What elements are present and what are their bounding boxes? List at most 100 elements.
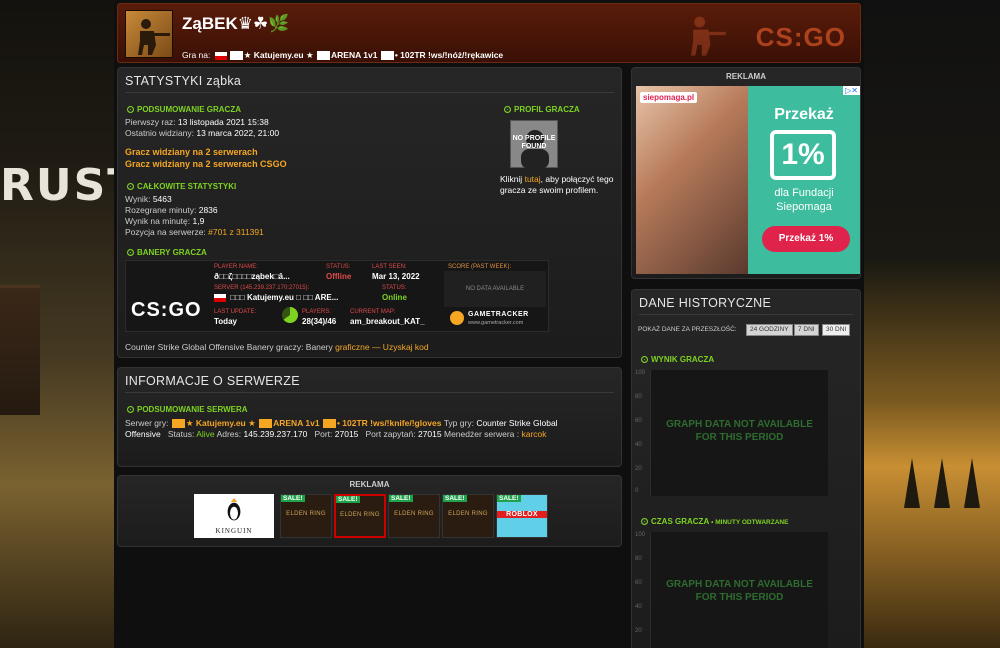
sale-badge: SALE! [497, 495, 521, 502]
sale-badge: SALE! [336, 496, 360, 503]
stats-title: STATYSTYKI ząbka [125, 68, 614, 93]
graph-tick: 100 [635, 370, 646, 376]
no-profile-image: NO PROFILE FOUND [510, 120, 558, 169]
main-page: ZąBEK♛☘🌿 Gra na: ★ Katujemy.eu ★ ARENA 1… [114, 0, 864, 648]
server-name-part[interactable]: ★ Katujemy.eu ★ [244, 50, 314, 60]
score-per-minute-line: Wynik na minutę: 1,9 [125, 216, 205, 226]
background-tree [904, 458, 920, 508]
server-address: 145.239.237.170 [243, 429, 308, 439]
profile-link[interactable]: tutaj [525, 174, 541, 184]
ad-cta-button[interactable]: Przekaż 1% [762, 226, 850, 252]
background-right [864, 0, 1000, 648]
minutes-line: Rozegrane minuty: 2836 [125, 205, 218, 215]
banner-status: Offline [326, 272, 352, 281]
banner-label: LAST SEEN: [372, 264, 407, 270]
ad-game-label: ELDEN RING [448, 511, 488, 517]
graph-tick: 40 [635, 604, 642, 610]
players-pie-icon [282, 307, 298, 323]
score-graph: 100 80 60 40 20 0 GRAPH DATA NOT AVAILAB… [635, 370, 828, 496]
graph-tick: 60 [635, 580, 642, 586]
ad-item[interactable]: SALE! ROBLOX [496, 494, 548, 538]
ad-game-label: ROBLOX [497, 511, 547, 518]
placeholder-glyph-icon [317, 51, 330, 61]
banner-label: SCORE (past week): [448, 264, 512, 270]
server-name-part[interactable]: • 102TR !ws/!nóż/!rękawice [395, 50, 503, 60]
kinguin-label: KINGUIN [215, 527, 253, 535]
ad-item[interactable]: SALE! ELDEN RING [280, 494, 332, 538]
banner-label: STATUS: [382, 285, 407, 291]
time-graph: 100 80 60 40 20 GRAPH DATA NOT AVAILABLE… [635, 532, 828, 648]
graph-tick: 80 [635, 394, 642, 400]
game-avatar [125, 10, 173, 58]
poland-flag-icon [214, 51, 227, 60]
first-seen-line: Pierwszy raz: 13 listopada 2021 15:38 [125, 117, 269, 127]
bullet-icon [641, 356, 648, 363]
graph-tick: 20 [635, 628, 642, 634]
server-manager-link[interactable]: karcok [521, 429, 546, 439]
placeholder-glyph-icon [171, 419, 185, 429]
period-24h-button[interactable]: 24 GODZINY [746, 324, 793, 336]
soldier-silhouette-icon [691, 16, 726, 56]
sale-badge: SALE! [281, 495, 305, 502]
rank-link[interactable]: #701 z 311391 [208, 227, 264, 237]
player-header: ZąBEK♛☘🌿 Gra na: ★ Katujemy.eu ★ ARENA 1… [117, 3, 861, 63]
bullet-icon [504, 106, 511, 113]
graph-tick: 20 [635, 466, 642, 472]
time-graph-heading: CZAS GRACZA • MINUTY ODTWARZANE [641, 517, 788, 526]
soldier-icon [138, 19, 170, 55]
bullet-icon [127, 249, 134, 256]
server-name-link[interactable]: ★ Katujemy.eu ★ [186, 418, 256, 428]
siepomaga-ad[interactable]: siepomaga.pl Przekaż 1% dla Fundacji Siep… [636, 86, 860, 274]
period-selector: POKAŻ DANE ZA PRZESZŁOŚĆ: 24 GODZINY 7 D… [638, 324, 858, 338]
ad-foundation: dla Fundacji Siepomaga [774, 187, 834, 213]
server-info-title: INFORMACJE O SERWERZE [125, 368, 614, 393]
playing-on-line: Gra na: ★ Katujemy.eu ★ ARENA 1v1 • 102T… [182, 50, 503, 61]
period-30d-button[interactable]: 30 DNI [822, 324, 851, 336]
period-label: POKAŻ DANE ZA PRZESZŁOŚĆ: [638, 326, 737, 333]
banner-server: □□□ Katujemy.eu □ □□ ARE... [214, 293, 338, 302]
score-line: Wynik: 5463 [125, 194, 172, 204]
banner-players: 28(34)/46 [302, 317, 337, 326]
kinguin-ad[interactable]: KINGUIN [194, 494, 274, 538]
banner-map: am_breakout_KAT_ [350, 317, 425, 326]
server-info-panel: INFORMACJE O SERWERZE PODSUMOWANIE SERWE… [117, 367, 622, 467]
score-graph-heading: WYNIK GRACZA [641, 355, 714, 364]
siepomaga-logo: siepomaga.pl [640, 92, 698, 103]
seen-csgo-servers-link[interactable]: Gracz widziany na 2 serwerach CSGO [125, 159, 287, 169]
player-summary-heading: PODSUMOWANIE GRACZA [127, 105, 241, 114]
ad-title: REKLAMA [349, 480, 390, 489]
bullet-icon [641, 518, 648, 525]
ad-item[interactable]: SALE! ELDEN RING [442, 494, 494, 538]
gametracker-url: www.gametracker.com [468, 320, 524, 326]
playing-on-label: Gra na: [182, 50, 211, 60]
server-status: Alive [196, 429, 215, 439]
banner-code-link[interactable]: graficzne — Uzyskaj kod [335, 342, 429, 352]
player-name: ZąBEK♛☘🌿 [182, 14, 290, 33]
player-banner[interactable]: CS:GO PLAYER NAME: ð□□ζ□□□□ząbek□â... ST… [125, 260, 549, 332]
sale-badge: SALE! [443, 495, 467, 502]
ad-item[interactable]: SALE! ELDEN RING [388, 494, 440, 538]
last-seen-line: Ostatnio widziany: 13 marca 2022, 21:00 [125, 128, 280, 138]
graph-tick: 80 [635, 556, 642, 562]
ad-teal-area: Przekaż 1% dla Fundacji Siepomaga Przekaż… [748, 86, 860, 274]
background-tree [934, 458, 950, 508]
period-7d-button[interactable]: 7 DNI [794, 324, 819, 336]
adchoices-icon[interactable]: ▷✕ [843, 86, 860, 95]
banner-label: SERVER (145.239.237.170:27015): [214, 285, 310, 291]
placeholder-glyph-icon [380, 51, 394, 61]
ad-item[interactable]: SALE! ELDEN RING [334, 494, 386, 538]
banner-server-status: Online [382, 293, 407, 302]
background-tree [964, 458, 980, 508]
seen-servers-link[interactable]: Gracz widziany na 2 serwerach [125, 147, 258, 157]
player-profile-heading: PROFIL GRACZA [504, 105, 580, 114]
penguin-icon [227, 498, 241, 521]
banner-label: LAST UPDATE: [214, 309, 257, 315]
ad-game-label: ELDEN RING [340, 512, 380, 518]
graph-tick: 60 [635, 418, 642, 424]
server-name-part[interactable]: ARENA 1v1 [331, 50, 377, 60]
banner-last-update: Today [214, 317, 237, 326]
total-stats-heading: CAŁKOWITE STATYSTYKI [127, 182, 236, 191]
gametracker-icon [450, 311, 464, 325]
sidebar-ad-panel: REKLAMA siepomaga.pl Przekaż 1% dla Fund… [631, 67, 861, 279]
ad-game-label: ELDEN RING [286, 511, 326, 517]
